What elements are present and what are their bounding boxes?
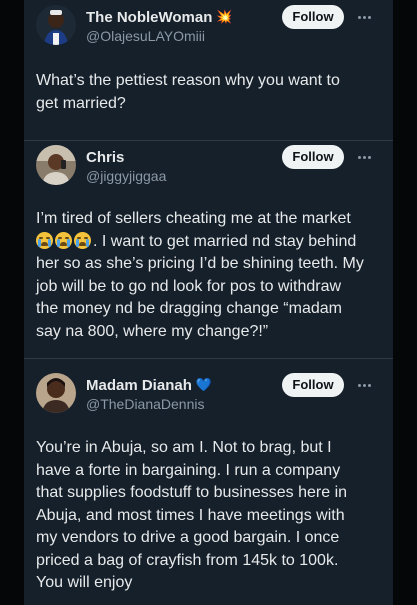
post-text-line: my vendors to drive a good bargain. I on… (36, 529, 340, 546)
right-margin (393, 0, 417, 605)
post-text: What’s the pettiest reason why you want … (36, 70, 381, 115)
blue-heart-emoji-icon: 💙 (195, 377, 213, 392)
post-text-line: Abuja, and most times I have meetings wi… (36, 506, 345, 524)
follow-button[interactable]: Follow (282, 373, 344, 397)
post-madam-dianah[interactable]: Madam Dianah 💙 @TheDianaDennis Follow You… (24, 359, 393, 605)
avatar[interactable] (36, 373, 76, 413)
post-text-line: priced a bag of crayfish from 145k to 10… (36, 551, 339, 569)
more-options-icon[interactable] (352, 5, 376, 29)
display-name-text[interactable]: Madam Dianah (86, 377, 192, 394)
display-name[interactable]: The NobleWoman 💥 (86, 9, 233, 26)
post-text-line: What’s the pettiest reason why you want … (36, 72, 340, 89)
follow-button[interactable]: Follow (282, 5, 344, 29)
post-text-line: say na 800, where my change?!” (36, 322, 269, 340)
follow-button[interactable]: Follow (282, 145, 344, 169)
loudly-crying-face-icon (55, 231, 72, 249)
post-text-line-with-emoji: . I want to get married nd stay behind (36, 231, 381, 254)
avatar[interactable] (36, 145, 76, 185)
display-name[interactable]: Madam Dianah 💙 (86, 377, 212, 394)
post-text-line: that supplies foodstuff to businesses he… (36, 484, 348, 501)
post-text-line: You will enjoy (36, 574, 133, 591)
post-text-line: I’m tired of sellers cheating me at the … (36, 210, 351, 227)
screenshot-canvas: The NobleWoman 💥 @OlajesuLAYOmiii Follow … (0, 0, 417, 605)
post-text: I’m tired of sellers cheating me at the … (36, 208, 381, 343)
user-handle[interactable]: @OlajesuLAYOmiii (86, 28, 205, 44)
post-text-fragment: . I want to get married nd stay behind (93, 232, 357, 250)
post-text-line: her so as she’s pricing I’d be shining t… (36, 255, 364, 272)
post-text: You’re in Abuja, so am I. Not to brag, b… (36, 437, 381, 595)
post-chris[interactable]: Chris @jiggyjiggaa Follow I’m tired of s… (24, 141, 393, 358)
user-handle[interactable]: @TheDianaDennis (86, 396, 205, 412)
loudly-crying-face-icon (36, 231, 53, 249)
post-text-line: the money nd be dragging change “madam (36, 300, 342, 317)
user-handle[interactable]: @jiggyjiggaa (86, 168, 166, 184)
more-options-icon[interactable] (352, 145, 376, 169)
post-text-line: job will be to go nd look for pos to wit… (36, 277, 342, 295)
post-noblewoman[interactable]: The NobleWoman 💥 @OlajesuLAYOmiii Follow … (24, 0, 393, 140)
post-text-line: have a forte in bargaining. I run a comp… (36, 461, 341, 479)
loudly-crying-face-icon (74, 231, 91, 249)
post-text-line: You’re in Abuja, so am I. Not to brag, b… (36, 439, 332, 456)
display-name[interactable]: Chris (86, 149, 124, 166)
left-margin (0, 0, 24, 605)
post-text-line: get married? (36, 94, 126, 112)
display-name-text[interactable]: The NobleWoman (86, 9, 212, 26)
avatar[interactable] (36, 5, 76, 45)
timeline-feed: The NobleWoman 💥 @OlajesuLAYOmiii Follow … (24, 0, 393, 605)
more-options-icon[interactable] (352, 373, 376, 397)
collision-emoji-icon: 💥 (216, 9, 233, 24)
